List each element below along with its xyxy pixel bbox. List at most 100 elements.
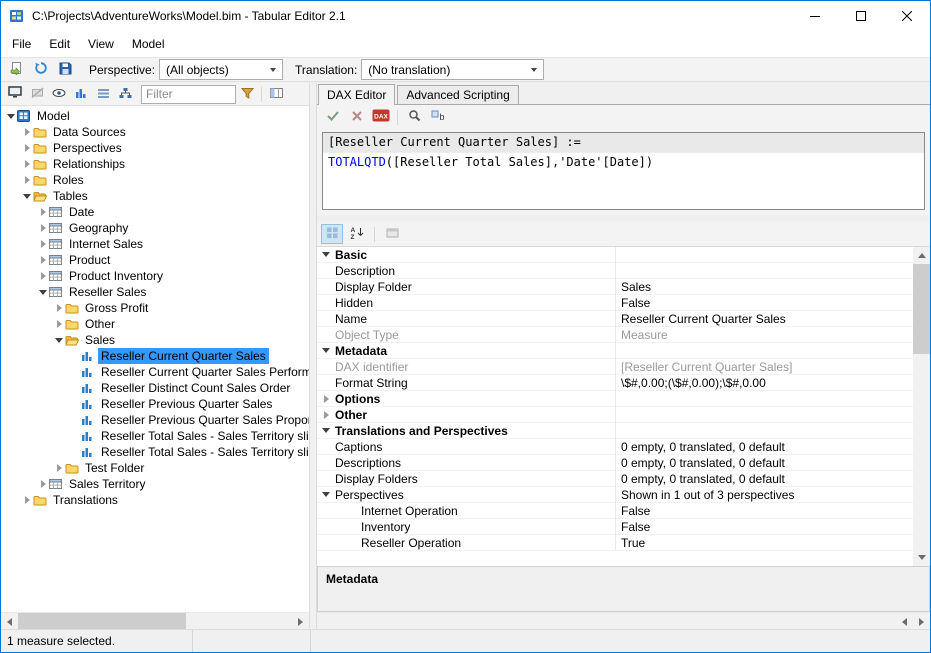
expand-icon[interactable] (37, 240, 49, 248)
panel-splitter[interactable] (309, 83, 317, 629)
collapse-icon[interactable] (317, 343, 335, 358)
format-dax-button[interactable]: DAX (370, 107, 392, 127)
expand-icon[interactable] (21, 160, 33, 168)
expand-icon[interactable] (21, 128, 33, 136)
tree-item[interactable]: Gross Profit (1, 300, 309, 316)
dax-editor[interactable]: [Reseller Current Quarter Sales] := TOTA… (322, 132, 925, 210)
tree-item[interactable]: Test Folder (1, 460, 309, 476)
filter-input[interactable] (141, 85, 236, 104)
scroll-right-button[interactable] (292, 613, 309, 630)
expand-icon[interactable] (53, 304, 65, 312)
alphabetical-sort-button[interactable]: AZ (346, 224, 368, 244)
tree-item[interactable]: Date (1, 204, 309, 220)
expand-icon[interactable] (317, 391, 335, 406)
perspective-dropdown[interactable]: (All objects) (159, 59, 283, 80)
close-button[interactable] (884, 1, 930, 31)
open-file-button[interactable] (5, 59, 29, 81)
expand-icon[interactable] (53, 320, 65, 328)
show-perspectives-toggle[interactable] (48, 84, 70, 104)
show-columns-toggle[interactable] (92, 84, 114, 104)
property-pages-button[interactable] (381, 224, 403, 244)
show-hidden-objects-toggle[interactable] (26, 84, 48, 104)
categorized-view-button[interactable] (321, 224, 343, 244)
tree-item[interactable]: Perspectives (1, 140, 309, 156)
scrollbar-thumb[interactable] (913, 264, 930, 354)
apply-filter-button[interactable] (236, 84, 258, 104)
tree-item[interactable]: Reseller Sales (1, 284, 309, 300)
tree-item[interactable]: Sales Territory (1, 476, 309, 492)
scrollbar-thumb[interactable] (18, 613, 186, 630)
scroll-right-button[interactable] (913, 613, 930, 630)
expand-icon[interactable] (317, 407, 335, 422)
tree-item[interactable]: Model (1, 108, 309, 124)
tree-item[interactable]: Reseller Current Quarter Sales (1, 348, 309, 364)
tree-item[interactable]: Reseller Total Sales - Sales Territory s… (1, 444, 309, 460)
expand-icon[interactable] (37, 224, 49, 232)
expand-icon[interactable] (21, 144, 33, 152)
expand-icon[interactable] (21, 176, 33, 184)
expand-icon[interactable] (37, 272, 49, 280)
tree-item[interactable]: Other (1, 316, 309, 332)
property-value[interactable] (615, 263, 913, 278)
menu-model[interactable]: Model (123, 33, 174, 55)
collapse-icon[interactable] (317, 487, 335, 502)
property-value[interactable]: Shown in 1 out of 3 perspectives (615, 487, 913, 502)
expand-icon[interactable] (37, 480, 49, 488)
show-display-folders-toggle[interactable] (4, 84, 26, 104)
tree-item[interactable]: Internet Sales (1, 236, 309, 252)
column-chooser-button[interactable] (265, 84, 287, 104)
property-value[interactable]: Measure (615, 327, 913, 342)
collapse-icon[interactable] (53, 338, 65, 343)
property-value[interactable]: False (615, 519, 913, 534)
property-value[interactable]: 0 empty, 0 translated, 0 default (615, 471, 913, 486)
property-value[interactable]: 0 empty, 0 translated, 0 default (615, 455, 913, 470)
tree-horizontal-scrollbar[interactable] (1, 612, 309, 629)
property-value[interactable]: Reseller Current Quarter Sales (615, 311, 913, 326)
expand-icon[interactable] (37, 208, 49, 216)
cancel-changes-button[interactable] (346, 107, 368, 127)
show-measures-toggle[interactable] (70, 84, 92, 104)
tree-item[interactable]: Reseller Total Sales - Sales Territory s… (1, 428, 309, 444)
collapse-icon[interactable] (317, 247, 335, 262)
tab-dax-editor[interactable]: DAX Editor (318, 84, 395, 105)
property-value[interactable]: 0 empty, 0 translated, 0 default (615, 439, 913, 454)
collapse-icon[interactable] (37, 290, 49, 295)
property-grid-scrollbar[interactable] (913, 247, 930, 566)
accept-changes-button[interactable] (322, 107, 344, 127)
property-value[interactable]: [Reseller Current Quarter Sales] (615, 359, 913, 374)
tab-advanced-scripting[interactable]: Advanced Scripting (397, 85, 518, 104)
property-value[interactable]: Sales (615, 279, 913, 294)
expand-icon[interactable] (37, 256, 49, 264)
save-button[interactable] (53, 59, 77, 81)
show-hierarchies-toggle[interactable] (114, 84, 136, 104)
scroll-up-button[interactable] (913, 247, 930, 264)
tree-item[interactable]: Translations (1, 492, 309, 508)
property-value[interactable]: False (615, 503, 913, 518)
menu-file[interactable]: File (3, 33, 40, 55)
tree-item[interactable]: Product Inventory (1, 268, 309, 284)
find-button[interactable] (403, 107, 425, 127)
maximize-button[interactable] (838, 1, 884, 31)
tree-item[interactable]: Reseller Previous Quarter Sales (1, 396, 309, 412)
scroll-left-button[interactable] (1, 613, 18, 630)
editor-horizontal-scrollbar[interactable] (317, 612, 930, 629)
scroll-down-button[interactable] (913, 549, 930, 566)
menu-view[interactable]: View (79, 33, 123, 55)
expand-icon[interactable] (53, 464, 65, 472)
tree-item[interactable]: Relationships (1, 156, 309, 172)
code-completion-button[interactable]: b (427, 107, 449, 127)
tree-item[interactable]: Reseller Current Quarter Sales Performan… (1, 364, 309, 380)
tree-item[interactable]: Product (1, 252, 309, 268)
expand-icon[interactable] (21, 496, 33, 504)
tree-item[interactable]: Reseller Distinct Count Sales Order (1, 380, 309, 396)
refresh-button[interactable] (29, 59, 53, 81)
property-value[interactable]: False (615, 295, 913, 310)
tree-item[interactable]: Sales (1, 332, 309, 348)
tree-item[interactable]: Reseller Previous Quarter Sales Proporti… (1, 412, 309, 428)
menu-edit[interactable]: Edit (40, 33, 79, 55)
collapse-icon[interactable] (5, 114, 17, 119)
tree-item[interactable]: Data Sources (1, 124, 309, 140)
editor-property-splitter[interactable] (317, 215, 930, 222)
property-value[interactable]: \$#,0.00;(\$#,0.00);\$#,0.00 (615, 375, 913, 390)
collapse-icon[interactable] (21, 194, 33, 199)
